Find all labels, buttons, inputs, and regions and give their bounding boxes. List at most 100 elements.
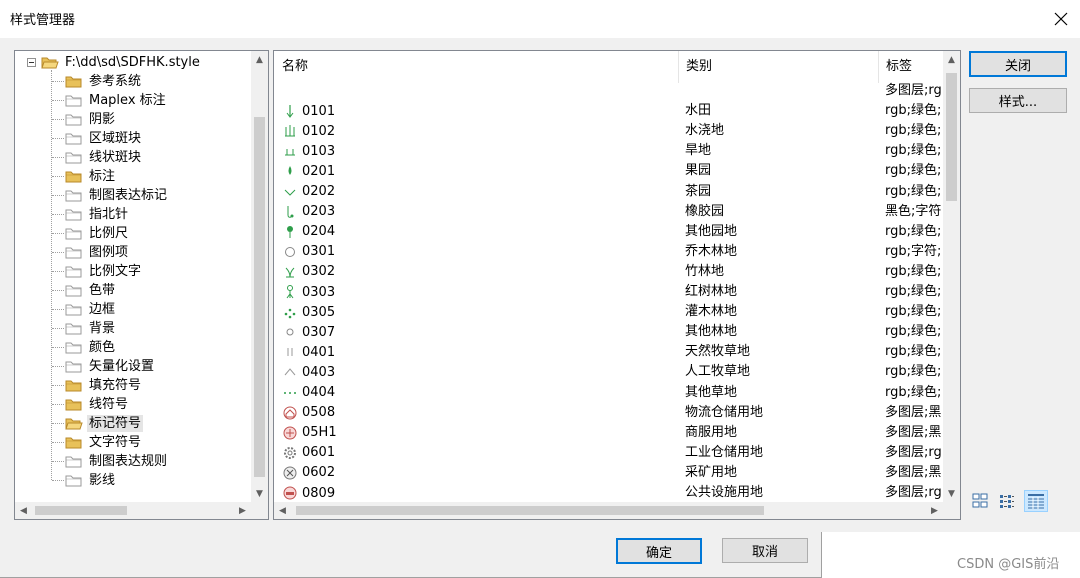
styles-button[interactable]: 样式...: [969, 88, 1067, 113]
tree-item-label: 颜色: [89, 340, 116, 355]
symbol-tag: rgb;绿色;: [885, 384, 942, 400]
scroll-left-icon[interactable]: ◀: [15, 502, 32, 519]
scroll-left-icon[interactable]: ◀: [274, 502, 291, 519]
scroll-down-icon[interactable]: ▼: [943, 485, 960, 502]
tree-item[interactable]: 颜色: [65, 338, 117, 357]
symbol-cell: 0201: [282, 161, 335, 181]
tree-item[interactable]: 色带: [65, 281, 117, 300]
tree-item[interactable]: 矢量化设置: [65, 357, 156, 376]
tree-item[interactable]: 比例尺: [65, 224, 130, 243]
chevron-down-icon: [282, 184, 298, 200]
tree-item-label: 标注: [89, 169, 116, 184]
scroll-thumb[interactable]: [254, 117, 265, 477]
tree-item[interactable]: 背景: [65, 319, 117, 338]
style-tree[interactable]: ▲ ▼ ◀ ▶ F:\dd\sd\SDFHK.style 参考系统 Maplex 标…: [14, 50, 269, 520]
list-item[interactable]: 0103 旱地 rgb;绿色;: [274, 141, 945, 161]
list-item[interactable]: 多图层;rg: [274, 81, 945, 101]
symbol-name: 0204: [302, 224, 336, 240]
list-view-icon[interactable]: [997, 491, 1017, 511]
symbol-cell: 0809: [282, 483, 335, 503]
scroll-right-icon[interactable]: ▶: [234, 502, 251, 519]
tree-item-label: 区域斑块: [89, 131, 142, 146]
tree-vertical-scrollbar[interactable]: ▲ ▼: [251, 51, 268, 502]
tree-item[interactable]: Maplex 标注: [65, 91, 168, 110]
list-item[interactable]: 0301 乔木林地 rgb;字符;: [274, 242, 945, 262]
symbol-name: 0202: [302, 184, 336, 199]
tree-item[interactable]: 标记符号: [65, 414, 144, 433]
tree-item[interactable]: 图例项: [65, 243, 130, 262]
column-header-category[interactable]: 类别: [678, 51, 712, 83]
window-close-button[interactable]: [1044, 2, 1078, 36]
list-item[interactable]: 0204 其他园地 rgb;绿色;: [274, 222, 945, 242]
column-header-tag[interactable]: 标签: [878, 51, 912, 83]
scroll-thumb[interactable]: [296, 506, 764, 515]
symbol-name: 0404: [302, 385, 336, 400]
tree-item-label: Maplex 标注: [89, 93, 166, 108]
symbol-tag: 多图层;rg: [885, 83, 942, 98]
column-header-name[interactable]: 名称: [274, 51, 308, 83]
symbol-name: 0305: [302, 304, 336, 320]
tree-item[interactable]: 制图表达标记: [65, 186, 169, 205]
scroll-right-icon[interactable]: ▶: [926, 502, 943, 519]
symbol-tag: rgb;绿色;: [885, 103, 942, 119]
list-item[interactable]: 0401 天然牧草地 rgb;绿色;: [274, 342, 945, 362]
scroll-thumb[interactable]: [35, 506, 127, 515]
tree-item[interactable]: 参考系统: [65, 72, 143, 91]
list-item[interactable]: 0102 水浇地 rgb;绿色;: [274, 121, 945, 141]
symbol-name: 05H1: [302, 425, 337, 441]
list-item[interactable]: 0305 灌木林地 rgb;绿色;: [274, 302, 945, 322]
list-item[interactable]: 0101 水田 rgb;绿色;: [274, 101, 945, 121]
tree-item[interactable]: 文字符号: [65, 433, 143, 452]
list-item[interactable]: 0809 公共设施用地 多图层;rg: [274, 483, 945, 503]
tree-item[interactable]: 线符号: [65, 395, 130, 414]
list-item[interactable]: 0403 人工牧草地 rgb;绿色;: [274, 362, 945, 382]
ok-button[interactable]: 确定: [616, 538, 702, 564]
scroll-up-icon[interactable]: ▲: [251, 51, 268, 68]
scroll-thumb[interactable]: [946, 73, 957, 201]
symbol-cell: 0305: [282, 302, 335, 322]
tree-item-label: 线符号: [89, 397, 129, 412]
list-item[interactable]: 0601 工业仓储用地 多图层;rg: [274, 443, 945, 463]
folder-icon: [65, 188, 83, 203]
scroll-up-icon[interactable]: ▲: [943, 51, 960, 68]
tree-horizontal-scrollbar[interactable]: ◀ ▶: [15, 502, 251, 519]
list-item[interactable]: 05H1 商服用地 多图层;黑: [274, 423, 945, 443]
symbol-name: 0602: [302, 465, 336, 481]
symbol-name: 0302: [302, 264, 336, 280]
close-button[interactable]: 关闭: [969, 51, 1067, 77]
tree-item[interactable]: 线状斑块: [65, 148, 143, 167]
scroll-down-icon[interactable]: ▼: [251, 485, 268, 502]
list-item[interactable]: 0404 其他草地 rgb;绿色;: [274, 383, 945, 403]
tree-root[interactable]: F:\dd\sd\SDFHK.style: [41, 53, 202, 72]
list-item[interactable]: 0203 橡胶园 黑色;字符: [274, 202, 945, 222]
cancel-button[interactable]: 取消: [722, 538, 808, 563]
tree-item[interactable]: 标注: [65, 167, 117, 186]
list-item[interactable]: 0202 茶园 rgb;绿色;: [274, 182, 945, 202]
list-item[interactable]: 0302 竹林地 rgb;绿色;: [274, 262, 945, 282]
tree-item[interactable]: 阴影: [65, 110, 117, 129]
tree-item[interactable]: 影线: [65, 471, 117, 490]
symbol-category: 公共设施用地: [685, 485, 764, 500]
collapse-toggle-icon[interactable]: [27, 58, 36, 67]
list-item[interactable]: 0508 物流仓储用地 多图层;黑: [274, 403, 945, 423]
tree-item[interactable]: 填充符号: [65, 376, 143, 395]
tree-item[interactable]: 比例文字: [65, 262, 143, 281]
list-item[interactable]: 0307 其他林地 rgb;绿色;: [274, 322, 945, 342]
tree-item[interactable]: 区域斑块: [65, 129, 143, 148]
list-vertical-scrollbar[interactable]: ▲ ▼: [943, 51, 960, 502]
tree-item[interactable]: 制图表达规则: [65, 452, 169, 471]
bamboo-icon: [282, 264, 298, 280]
list-horizontal-scrollbar[interactable]: ◀ ▶: [274, 502, 943, 519]
circle-icon: [282, 244, 298, 260]
tree-guide-line: [52, 271, 64, 272]
symbol-cell: 0102: [282, 121, 335, 141]
large-icons-view-icon[interactable]: [970, 491, 990, 511]
tree-item[interactable]: 边框: [65, 300, 117, 319]
tree-item[interactable]: 指北针: [65, 205, 130, 224]
list-item[interactable]: 0303 红树林地 rgb;绿色;: [274, 282, 945, 302]
symbol-cell: 0203: [282, 202, 335, 222]
details-view-icon[interactable]: [1024, 490, 1048, 512]
symbol-list[interactable]: 名称 类别 标签 多图层;rg 0101 水田 rgb;绿色; 0102 水浇地 rgb;绿…: [273, 50, 961, 520]
list-item[interactable]: 0201 果园 rgb;绿色;: [274, 161, 945, 181]
list-item[interactable]: 0602 采矿用地 多图层;黑: [274, 463, 945, 483]
